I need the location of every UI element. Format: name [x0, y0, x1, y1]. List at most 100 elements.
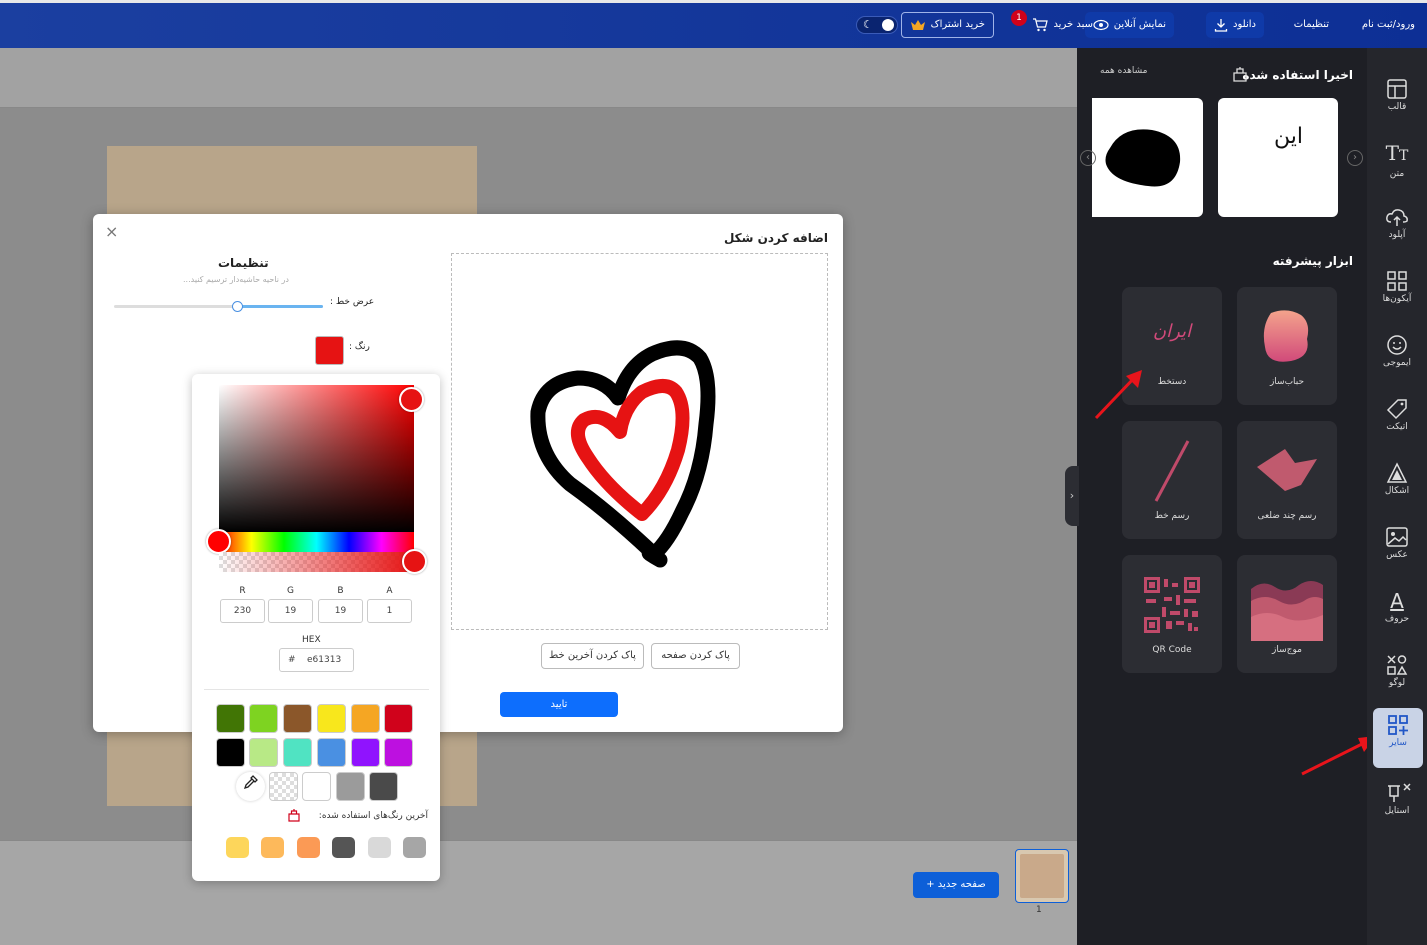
rail-label: استایل — [1384, 806, 1410, 816]
clear-last-line-button[interactable]: پاک کردن آخرین خط — [541, 643, 644, 669]
swatch[interactable] — [317, 704, 346, 733]
download-button[interactable]: دانلود — [1206, 12, 1264, 38]
saturation-area[interactable] — [219, 385, 424, 532]
a-input[interactable]: 1 — [367, 599, 412, 623]
hue-slider[interactable] — [206, 529, 414, 554]
recent-color[interactable] — [332, 837, 355, 858]
swatch[interactable] — [317, 738, 346, 767]
recent-color[interactable] — [368, 837, 391, 858]
rail-item-text[interactable]: TT متن — [1367, 136, 1427, 196]
login-label: ورود/ثبت نام — [1361, 19, 1415, 30]
alpha-slider[interactable] — [219, 549, 427, 574]
tool-polygon[interactable]: رسم چند ضلعی — [1237, 421, 1337, 539]
alpha-knob[interactable] — [402, 549, 427, 574]
drawing-area[interactable] — [451, 253, 828, 630]
swatch[interactable] — [216, 704, 245, 733]
swatch-gray[interactable] — [336, 772, 365, 801]
text-icon: TT — [1385, 141, 1409, 165]
swatch-transparent[interactable] — [269, 772, 298, 801]
swatch[interactable] — [384, 704, 413, 733]
swatch[interactable] — [216, 738, 245, 767]
tool-label: رسم چند ضلعی — [1257, 511, 1317, 521]
rail-item-style[interactable]: استایل — [1367, 776, 1427, 836]
close-icon[interactable]: × — [105, 222, 118, 241]
rail-item-emoji[interactable]: ایموجی — [1367, 328, 1427, 388]
rail-label: حروف — [1384, 614, 1410, 624]
online-preview-button[interactable]: نمایش آنلاین — [1084, 12, 1174, 38]
new-page-button[interactable]: صفحه جدید + — [913, 872, 999, 898]
online-preview-label: نمایش آنلاین — [1113, 19, 1166, 30]
rail-item-logo[interactable]: لوگو — [1367, 648, 1427, 708]
swatch[interactable] — [249, 704, 278, 733]
clear-recent-colors-icon[interactable] — [287, 808, 301, 822]
stroke-width-slider[interactable] — [114, 301, 323, 312]
swatch[interactable] — [249, 738, 278, 767]
confirm-button[interactable]: تایید — [500, 692, 618, 717]
tool-qr-code[interactable]: QR Code — [1122, 555, 1222, 673]
tool-blob-maker[interactable]: حباب‌ساز — [1237, 287, 1337, 405]
cart-button[interactable]: سبد خرید — [1032, 12, 1093, 38]
cart-icon — [1033, 18, 1049, 32]
tool-line[interactable]: رسم خط — [1122, 421, 1222, 539]
tool-label: موج‌ساز — [1272, 645, 1302, 655]
page-thumbnail[interactable] — [1015, 849, 1069, 903]
scroll-right-arrow[interactable]: › — [1347, 150, 1363, 166]
rail-item-tag[interactable]: اتیکت — [1367, 392, 1427, 452]
tool-wave-maker[interactable]: موج‌ساز — [1237, 555, 1337, 673]
scroll-left-arrow[interactable]: ‹ — [1080, 150, 1096, 166]
rail-label: عکس — [1386, 550, 1408, 560]
rail-item-image[interactable]: عکس — [1367, 520, 1427, 580]
swatch[interactable] — [283, 704, 312, 733]
swatch[interactable] — [384, 738, 413, 767]
recent-color[interactable] — [297, 837, 320, 858]
drawn-heart — [530, 340, 716, 568]
rail-item-upload[interactable]: آپلود — [1367, 200, 1427, 260]
clear-page-button[interactable]: پاک کردن صفحه — [651, 643, 740, 669]
a-label: A — [386, 586, 393, 596]
recent-color[interactable] — [403, 837, 426, 858]
crown-icon — [910, 20, 925, 30]
r-input[interactable]: 230 — [220, 599, 265, 623]
handwriting-icon: ایران — [1152, 321, 1192, 342]
swatch[interactable] — [351, 704, 380, 733]
recent-item-blob[interactable] — [1092, 98, 1203, 217]
clear-history-icon[interactable] — [1231, 65, 1249, 83]
hex-prefix: # — [288, 655, 296, 665]
see-all-link[interactable]: مشاهده همه — [1100, 66, 1147, 76]
swatch[interactable] — [283, 738, 312, 767]
line-icon — [1154, 440, 1190, 502]
recent-color[interactable] — [261, 837, 284, 858]
stroke-width-label: عرض خط : — [330, 297, 375, 307]
saturation-knob[interactable] — [399, 387, 424, 412]
letter-icon: A — [1390, 589, 1404, 613]
polygon-icon — [1257, 449, 1317, 491]
swatch[interactable] — [351, 738, 380, 767]
slider-knob[interactable] — [232, 301, 244, 312]
rail-item-letters[interactable]: A حروف — [1367, 584, 1427, 644]
eyedropper-icon[interactable] — [236, 772, 265, 801]
rail-item-icons[interactable]: آیکون‌ها — [1367, 264, 1427, 324]
icons-grid-icon — [1387, 271, 1407, 291]
subscribe-button[interactable]: خرید اشتراک — [900, 12, 994, 38]
swatch-white[interactable] — [302, 772, 331, 801]
recent-color[interactable] — [226, 837, 249, 858]
settings-hint: در ناحیه حاشیه‌دار ترسیم کنید... — [183, 275, 289, 284]
rail-item-shapes[interactable]: اشکال — [1367, 456, 1427, 516]
rail-item-template[interactable]: قالب — [1367, 72, 1427, 132]
swatch-dark-gray[interactable] — [369, 772, 398, 801]
rail-label: ایموجی — [1383, 358, 1411, 368]
collapse-panel-handle[interactable]: › — [1065, 466, 1079, 526]
divider — [204, 689, 429, 690]
g-input[interactable]: 19 — [268, 599, 313, 623]
recent-item-text[interactable]: این — [1218, 98, 1338, 217]
login-link[interactable]: ورود/ثبت نام — [1362, 12, 1415, 38]
subscribe-label: خرید اشتراک — [930, 19, 985, 30]
theme-toggle[interactable]: ☾ — [856, 16, 898, 34]
hue-knob[interactable] — [206, 529, 231, 554]
color-preview-swatch[interactable] — [315, 336, 344, 365]
color-label: رنگ : — [349, 342, 370, 352]
settings-link[interactable]: تنظیمات — [1294, 12, 1329, 38]
hex-input[interactable]: # e61313 — [279, 648, 354, 672]
b-input[interactable]: 19 — [318, 599, 363, 623]
rail-item-other[interactable]: سایر — [1373, 708, 1423, 768]
